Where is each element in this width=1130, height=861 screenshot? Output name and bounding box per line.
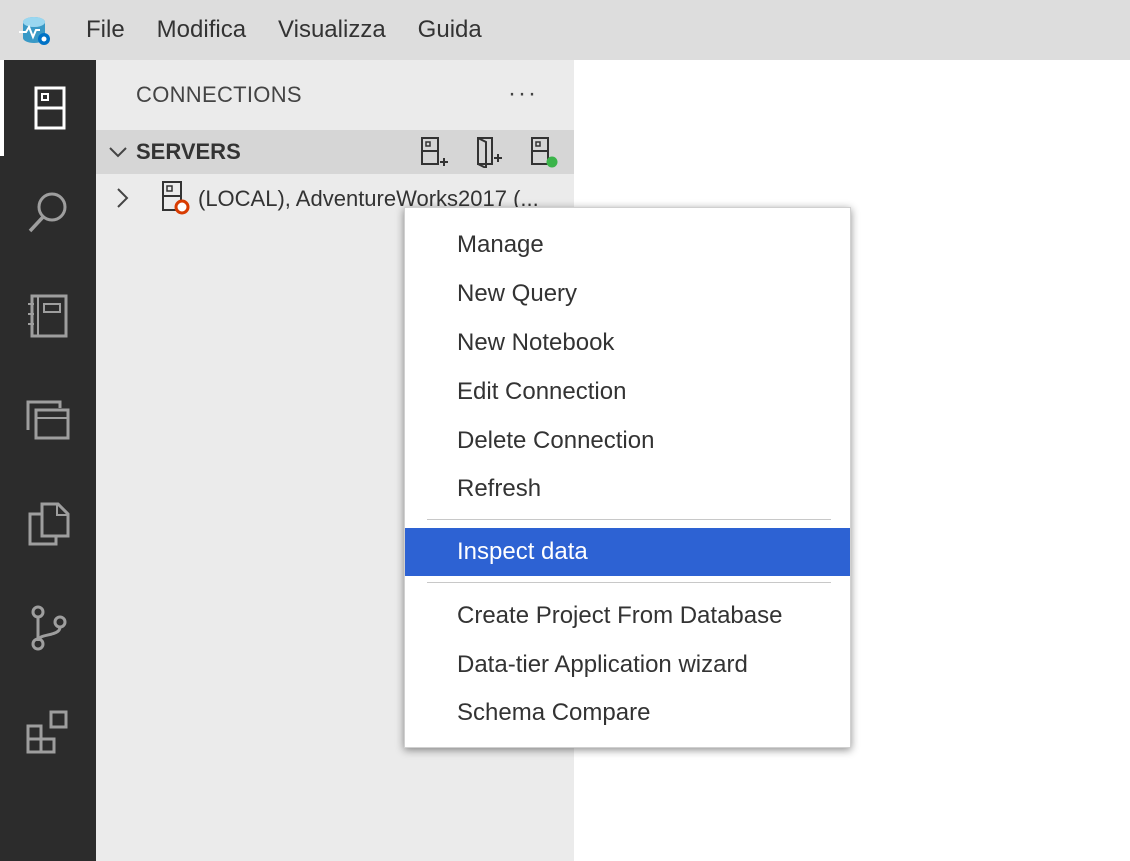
menu-file[interactable]: File (70, 0, 141, 60)
menu-item-data-tier-application-wizard[interactable]: Data-tier Application wizard (405, 641, 850, 689)
menu-item-create-project-from-database[interactable]: Create Project From Database (405, 592, 850, 640)
servers-section-header[interactable]: SERVERS (96, 130, 574, 174)
search-icon[interactable] (0, 164, 96, 260)
chevron-down-icon (109, 147, 127, 158)
active-connections-icon[interactable] (528, 136, 560, 168)
connections-icon[interactable] (0, 60, 96, 156)
chevron-right-icon[interactable] (112, 186, 132, 210)
menu-separator (427, 519, 831, 520)
new-connection-icon[interactable] (418, 136, 450, 168)
sidebar-title: CONNECTIONS (136, 82, 302, 107)
new-server-group-icon[interactable] (472, 136, 504, 168)
server-disconnected-icon (162, 181, 190, 215)
menu-bar: File Modifica Visualizza Guida (0, 0, 1130, 60)
menu-item-inspect-data[interactable]: Inspect data (405, 528, 850, 576)
menu-guida[interactable]: Guida (402, 0, 498, 60)
menu-item-edit-connection[interactable]: Edit Connection (405, 368, 850, 416)
menu-modifica[interactable]: Modifica (141, 0, 262, 60)
azure-data-studio-logo-icon (16, 12, 52, 48)
menu-item-new-notebook[interactable]: New Notebook (405, 319, 850, 367)
menu-item-schema-compare[interactable]: Schema Compare (405, 689, 850, 737)
menu-separator (427, 582, 831, 583)
menu-item-delete-connection[interactable]: Delete Connection (405, 417, 850, 465)
source-control-icon[interactable] (0, 580, 96, 676)
extensions-icon[interactable] (0, 684, 96, 780)
menu-item-refresh[interactable]: Refresh (405, 465, 850, 513)
context-menu: Manage New Query New Notebook Edit Conne… (404, 207, 851, 748)
notebook-icon[interactable] (0, 268, 96, 364)
servers-label: SERVERS (136, 139, 241, 164)
menu-item-manage[interactable]: Manage (405, 221, 850, 269)
more-actions-icon[interactable]: ··· (508, 80, 538, 108)
menu-item-new-query[interactable]: New Query (405, 270, 850, 318)
tabs-icon[interactable] (0, 372, 96, 468)
activity-bar (0, 60, 96, 861)
menu-visualizza[interactable]: Visualizza (262, 0, 402, 60)
explorer-icon[interactable] (0, 476, 96, 572)
